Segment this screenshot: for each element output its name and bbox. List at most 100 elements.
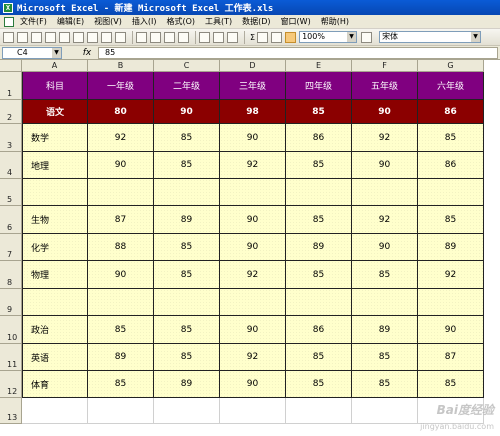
cell-d4[interactable]: 92 (220, 152, 286, 179)
undo-icon[interactable] (199, 31, 210, 43)
cell-f10[interactable]: 89 (352, 316, 418, 344)
cell-e5[interactable] (286, 179, 352, 206)
row-header-13[interactable]: 13 (0, 398, 22, 424)
cell-g11[interactable]: 87 (418, 344, 484, 371)
cell-b13[interactable] (88, 398, 154, 424)
column-header-b[interactable]: B (88, 60, 154, 72)
cell-f5[interactable] (352, 179, 418, 206)
cell-c12[interactable]: 89 (154, 371, 220, 398)
research-icon[interactable] (115, 31, 126, 43)
cell-d12[interactable]: 90 (220, 371, 286, 398)
menu-format[interactable]: 格式(O) (166, 16, 195, 27)
cell-d10[interactable]: 90 (220, 316, 286, 344)
open-icon[interactable] (17, 31, 28, 43)
column-header-g[interactable]: G (418, 60, 484, 72)
copy-icon[interactable] (150, 31, 161, 43)
cell-b1[interactable]: 一年级 (88, 72, 154, 100)
print-preview-icon[interactable] (87, 31, 98, 43)
cell-b4[interactable]: 90 (88, 152, 154, 179)
menu-tools[interactable]: 工具(T) (205, 16, 232, 27)
menu-help[interactable]: 帮助(H) (321, 16, 349, 27)
cell-d7[interactable]: 90 (220, 234, 286, 261)
row-header-7[interactable]: 7 (0, 234, 22, 261)
cell-b12[interactable]: 85 (88, 371, 154, 398)
cell-e7[interactable]: 89 (286, 234, 352, 261)
cell-c3[interactable]: 85 (154, 124, 220, 152)
cell-a13[interactable] (22, 398, 88, 424)
chevron-down-icon[interactable]: ▼ (347, 32, 357, 42)
cell-d5[interactable] (220, 179, 286, 206)
cell-b8[interactable]: 90 (88, 261, 154, 289)
cell-f11[interactable]: 85 (352, 344, 418, 371)
formula-input[interactable]: 85 (98, 46, 498, 59)
cell-b11[interactable]: 89 (88, 344, 154, 371)
cell-a8[interactable]: 物理 (22, 261, 88, 289)
cell-f12[interactable]: 85 (352, 371, 418, 398)
cell-e10[interactable]: 86 (286, 316, 352, 344)
cell-c2[interactable]: 90 (154, 100, 220, 124)
sort-icon[interactable] (257, 31, 269, 43)
font-select[interactable]: 宋体 ▼ (379, 31, 482, 43)
email-icon[interactable] (59, 31, 70, 43)
print-icon[interactable] (73, 31, 84, 43)
cell-e9[interactable] (286, 289, 352, 316)
cell-c7[interactable]: 85 (154, 234, 220, 261)
cell-g3[interactable]: 85 (418, 124, 484, 152)
cell-d8[interactable]: 92 (220, 261, 286, 289)
cell-a3[interactable]: 数学 (22, 124, 88, 152)
row-header-3[interactable]: 3 (0, 124, 22, 152)
cell-d11[interactable]: 92 (220, 344, 286, 371)
menu-edit[interactable]: 编辑(E) (57, 16, 84, 27)
cell-e8[interactable]: 85 (286, 261, 352, 289)
cell-g9[interactable] (418, 289, 484, 316)
cell-f9[interactable] (352, 289, 418, 316)
column-header-e[interactable]: E (286, 60, 352, 72)
insert-function-icon[interactable]: fx (80, 48, 94, 58)
cell-f7[interactable]: 90 (352, 234, 418, 261)
cell-c1[interactable]: 二年级 (154, 72, 220, 100)
cell-a7[interactable]: 化学 (22, 234, 88, 261)
zoom-select[interactable]: 100% ▼ (299, 31, 358, 43)
cell-e12[interactable]: 85 (286, 371, 352, 398)
cut-icon[interactable] (136, 31, 147, 43)
cell-d13[interactable] (220, 398, 286, 424)
cell-g6[interactable]: 85 (418, 206, 484, 234)
menu-window[interactable]: 窗口(W) (281, 16, 311, 27)
drawing-icon[interactable] (285, 31, 297, 43)
cell-e3[interactable]: 86 (286, 124, 352, 152)
cell-f1[interactable]: 五年级 (352, 72, 418, 100)
hyperlink-icon[interactable] (227, 31, 238, 43)
row-header-6[interactable]: 6 (0, 206, 22, 234)
column-header-f[interactable]: F (352, 60, 418, 72)
chevron-down-icon[interactable]: ▼ (52, 47, 61, 58)
cell-g8[interactable]: 92 (418, 261, 484, 289)
column-header-d[interactable]: D (220, 60, 286, 72)
column-header-c[interactable]: C (154, 60, 220, 72)
name-box[interactable]: C4 ▼ (2, 46, 62, 59)
row-header-8[interactable]: 8 (0, 261, 22, 289)
cell-c4[interactable]: 85 (154, 152, 220, 179)
row-header-10[interactable]: 10 (0, 316, 22, 344)
menu-view[interactable]: 视图(V) (94, 16, 122, 27)
cell-b6[interactable]: 87 (88, 206, 154, 234)
cell-f13[interactable] (352, 398, 418, 424)
cell-b9[interactable] (88, 289, 154, 316)
redo-icon[interactable] (213, 31, 224, 43)
autosum-icon[interactable]: Σ (250, 33, 255, 42)
menu-insert[interactable]: 插入(I) (132, 16, 157, 27)
menu-file[interactable]: 文件(F) (20, 16, 47, 27)
cell-a6[interactable]: 生物 (22, 206, 88, 234)
cell-b5[interactable] (88, 179, 154, 206)
row-header-2[interactable]: 2 (0, 100, 22, 124)
row-header-9[interactable]: 9 (0, 289, 22, 316)
cell-c11[interactable]: 85 (154, 344, 220, 371)
cell-e1[interactable]: 四年级 (286, 72, 352, 100)
excel-app-icon[interactable]: X (3, 2, 13, 13)
cell-a2[interactable]: 语文 (22, 100, 88, 124)
row-header-12[interactable]: 12 (0, 371, 22, 398)
cell-e13[interactable] (286, 398, 352, 424)
cell-a4[interactable]: 地理 (22, 152, 88, 179)
cell-b7[interactable]: 88 (88, 234, 154, 261)
cell-c13[interactable] (154, 398, 220, 424)
permission-icon[interactable] (45, 31, 56, 43)
